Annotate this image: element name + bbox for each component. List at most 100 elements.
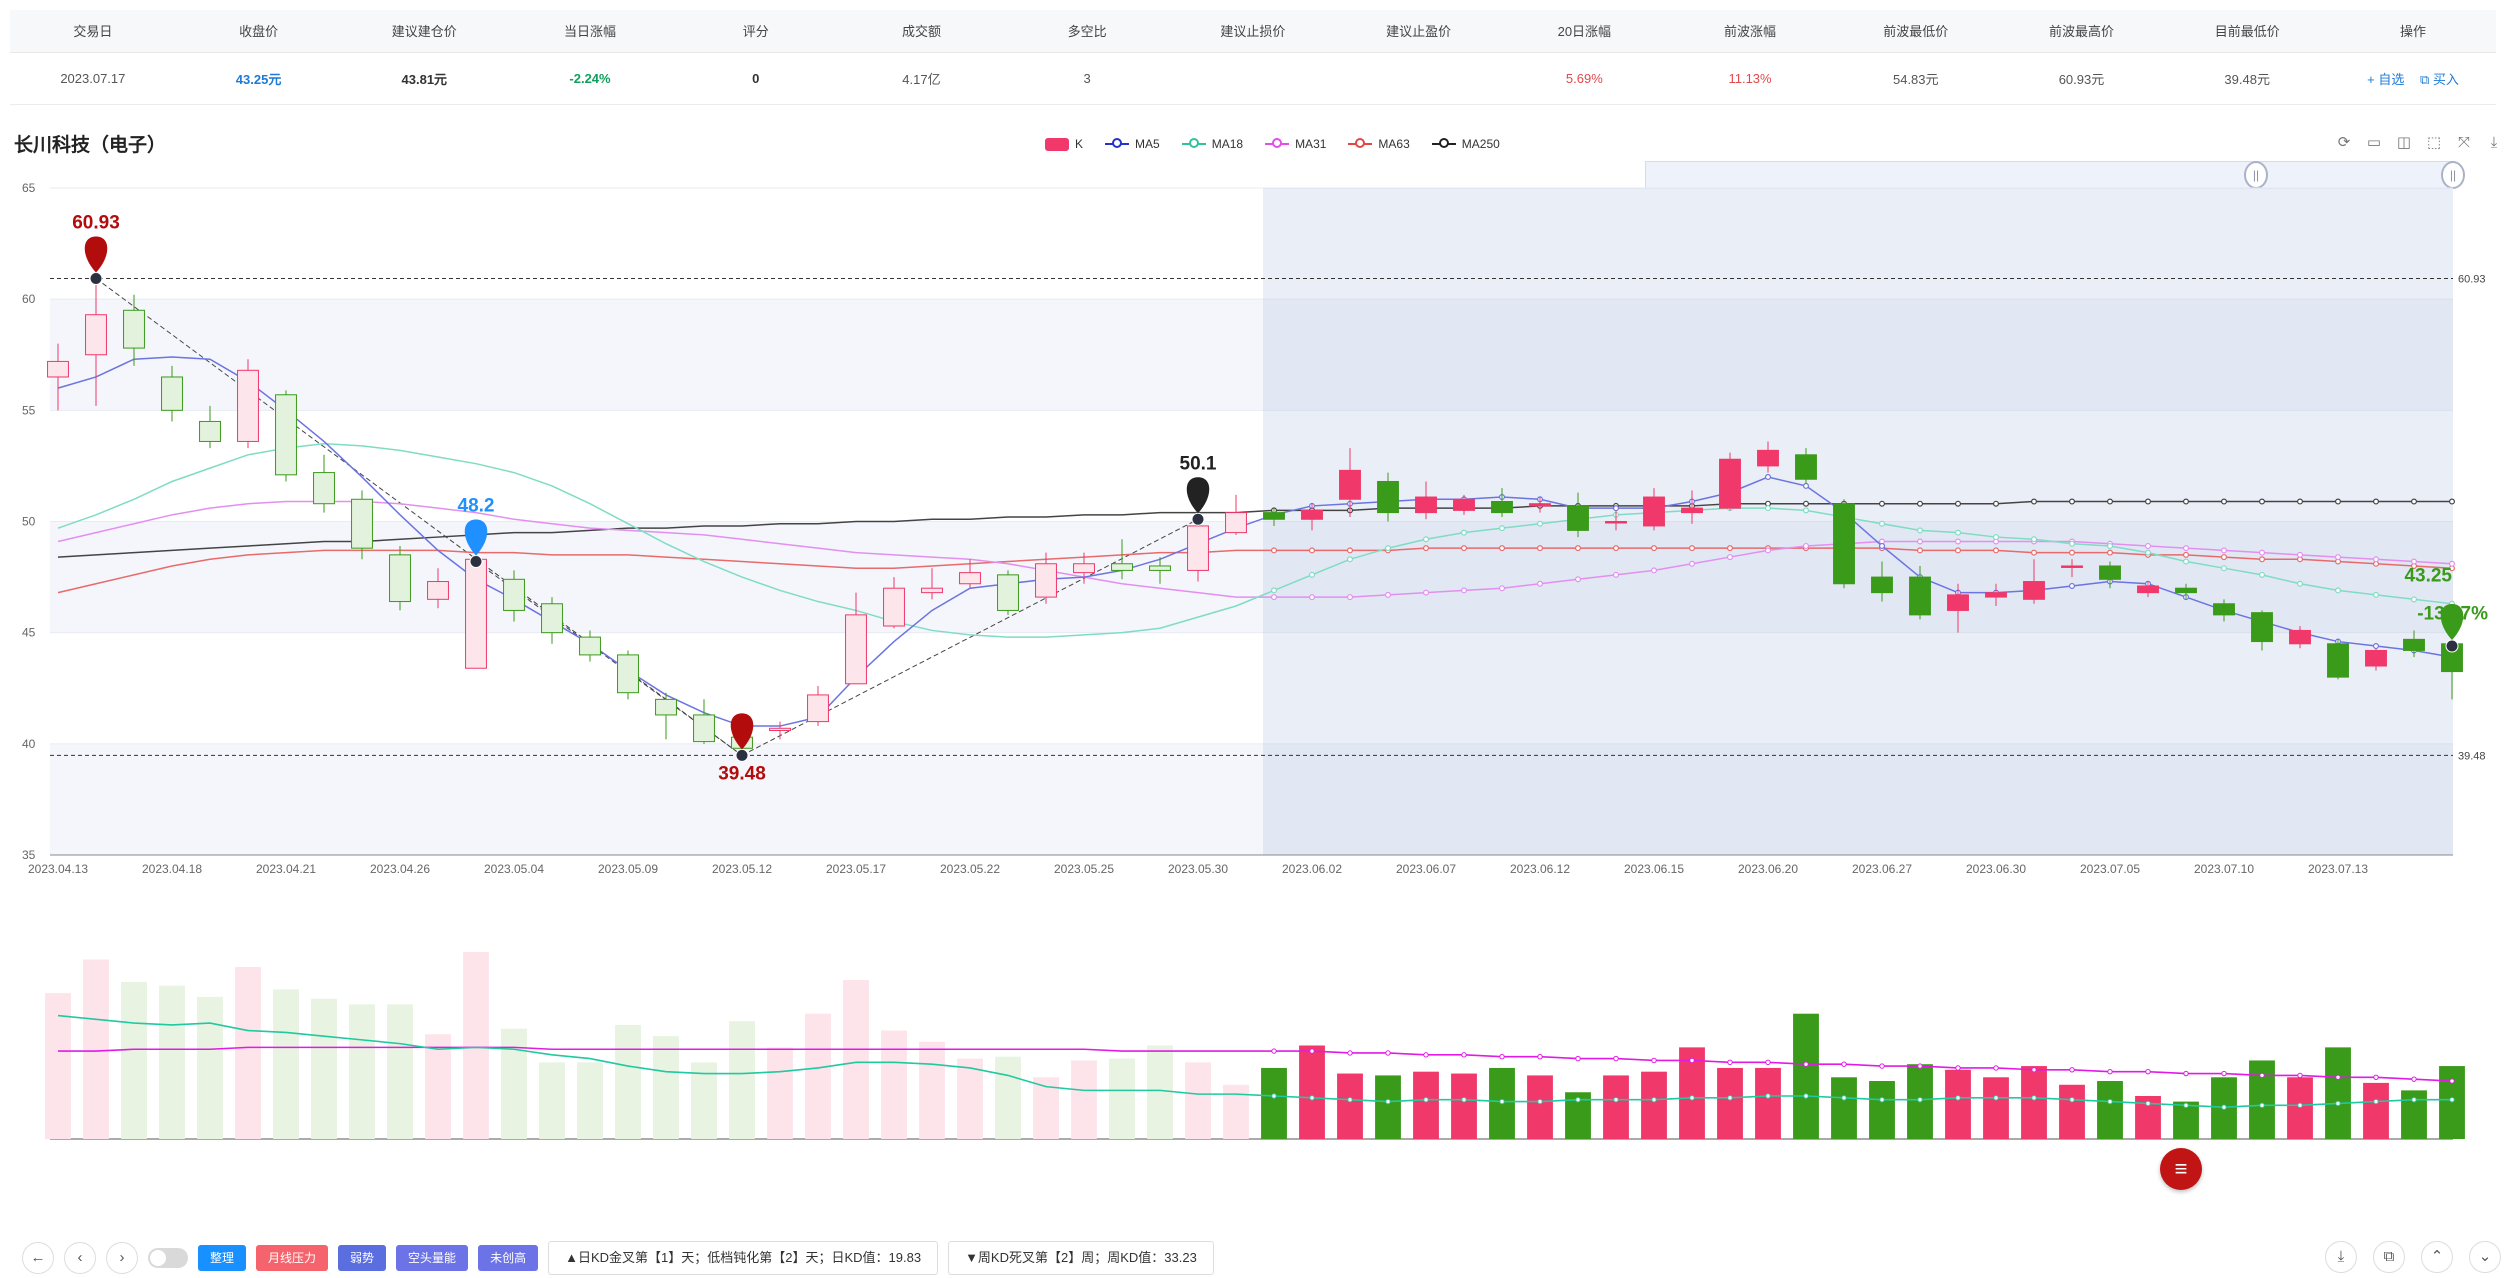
volume-bar xyxy=(2363,1082,2389,1139)
legend-swatch-ma63 xyxy=(1348,138,1373,148)
x-tick-label: 2023.07.10 xyxy=(2194,862,2254,876)
legend-item-ma250[interactable]: MA250 xyxy=(1431,137,1500,151)
volume-bar xyxy=(2439,1066,2465,1139)
volume-ma-long-point xyxy=(1917,1063,1923,1069)
candle-body xyxy=(1833,503,1855,585)
marker-label: 60.93 xyxy=(72,212,120,233)
volume-ma-short-point xyxy=(2221,1104,2227,1110)
daily-kd-info: ▲日KD金叉第【1】天；低档钝化第【2】天；日KD值：19.83 xyxy=(548,1241,939,1275)
column-header: 操作 xyxy=(2330,10,2496,53)
back-icon[interactable]: ← xyxy=(22,1242,54,1274)
fullscreen-icon[interactable]: ⤧ xyxy=(2455,134,2473,152)
candle-body xyxy=(883,587,905,627)
chevron-up-icon[interactable]: ⌃ xyxy=(2421,1241,2453,1273)
prev-icon[interactable]: ‹ xyxy=(64,1242,96,1274)
copy-icon[interactable]: ⧉ xyxy=(2373,1241,2405,1273)
volume-bar xyxy=(2325,1047,2351,1139)
refresh-icon[interactable]: ⟳ xyxy=(2335,134,2353,152)
volume-bar xyxy=(2249,1060,2275,1139)
volume-ma-long-point xyxy=(1727,1059,1733,1066)
volume-ma-long-point xyxy=(2297,1072,2303,1079)
ma31-line-point xyxy=(2221,547,2228,554)
volume-ma-long-point xyxy=(1461,1052,1467,1058)
ma31-line-point xyxy=(1764,547,1771,554)
candle-body xyxy=(2137,585,2159,594)
ma31-line-point xyxy=(1612,571,1619,578)
ma250-line-point xyxy=(1878,500,1885,507)
kline-chart[interactable]: 35 40 45 50 55 60 65 2023.04.13 2023.04.18 2023.0… xyxy=(0,170,2506,1228)
ma63-line-point xyxy=(1422,545,1429,552)
volume-bar xyxy=(387,1004,413,1139)
column-header: 建议建仓价 xyxy=(341,10,508,53)
candle-body xyxy=(1187,525,1209,571)
volume-bar xyxy=(1983,1077,2009,1139)
x-tick-label: 2023.04.26 xyxy=(370,862,430,876)
tag-no-new-high[interactable]: 未创高 xyxy=(478,1245,539,1271)
ma18-line-point xyxy=(1422,536,1429,543)
menu-icon[interactable]: ≡ xyxy=(2160,1148,2202,1190)
tag-consolidation[interactable]: 整理 xyxy=(198,1245,247,1271)
ma18-line-point xyxy=(2221,565,2228,572)
volume-bar xyxy=(349,1004,375,1139)
restore-icon[interactable]: ◫ xyxy=(2395,134,2413,152)
ma63-line-point xyxy=(1726,545,1733,552)
ma31-line-point xyxy=(1574,576,1581,583)
brush-icon[interactable]: ⬚ xyxy=(2425,134,2443,152)
candle-body xyxy=(2251,612,2273,643)
volume-bar xyxy=(121,981,147,1139)
candle-body xyxy=(2403,638,2425,651)
column-header: 当日涨幅 xyxy=(507,10,673,53)
ma250-line-point xyxy=(2107,498,2114,505)
volume-ma-short-point xyxy=(1613,1097,1619,1103)
volume-ma-long-point xyxy=(2411,1076,2417,1082)
chevron-down-icon[interactable]: ⌄ xyxy=(2469,1241,2501,1273)
add-watchlist-button[interactable]: + 自选 xyxy=(2367,72,2404,87)
volume-bar xyxy=(1641,1071,1667,1139)
next-icon[interactable]: › xyxy=(106,1242,138,1274)
volume-bar xyxy=(2021,1066,2047,1139)
legend-item-ma31[interactable]: MA31 xyxy=(1265,137,1326,151)
tag-bearish-volume[interactable]: 空头量能 xyxy=(396,1245,469,1271)
weekly-kd-info: ▼周KD死叉第【2】周；周KD值：33.23 xyxy=(948,1241,1214,1275)
reference-line-label: 39.48 xyxy=(2458,750,2486,762)
ma18-line-point xyxy=(1308,571,1315,578)
ma63-line-point xyxy=(2030,549,2037,556)
ma5-line-point xyxy=(1764,474,1771,481)
volume-bar xyxy=(1185,1062,1211,1139)
view-toggle[interactable] xyxy=(148,1248,188,1268)
ma63-line-point xyxy=(2069,549,2076,556)
data-view-icon[interactable]: ▭ xyxy=(2365,134,2383,152)
download-icon[interactable]: ⤓ xyxy=(2485,134,2503,152)
volume-bar xyxy=(235,966,261,1139)
x-tick-label: 2023.07.05 xyxy=(2080,862,2140,876)
volume-bar xyxy=(1375,1075,1401,1139)
ma250-line-point xyxy=(2221,498,2228,505)
buy-button[interactable]: ⧉ 买入 xyxy=(2420,72,2459,87)
legend-item-ma5[interactable]: MA5 xyxy=(1105,137,1160,151)
column-header: 交易日 xyxy=(10,10,176,53)
ma250-line-point xyxy=(2145,498,2152,505)
tag-monthly-pressure[interactable]: 月线压力 xyxy=(256,1245,329,1271)
ma250-line-point xyxy=(2030,498,2037,505)
ma63-line-point xyxy=(1574,545,1581,552)
marker-label: 50.1 xyxy=(1180,453,1217,474)
ma18-line-point xyxy=(1536,520,1543,527)
legend-item-ma18[interactable]: MA18 xyxy=(1181,137,1243,151)
ma250-line-point xyxy=(2335,498,2342,505)
prev-wave-high: 60.93元 xyxy=(1998,52,2165,105)
ma63-line-point xyxy=(2183,551,2190,558)
candle-body xyxy=(1719,458,1741,509)
candle-body xyxy=(47,360,69,378)
x-tick-label: 2023.04.21 xyxy=(256,862,316,876)
chart-toolbox: ⟳ ▭ ◫ ⬚ ⤧ ⤓ xyxy=(2335,134,2503,152)
ma63-line-point xyxy=(2259,556,2266,563)
tag-weak[interactable]: 弱势 xyxy=(338,1245,387,1271)
marker-anchor xyxy=(469,555,483,569)
volume-bar xyxy=(1451,1073,1477,1139)
volume-bar xyxy=(1755,1067,1781,1139)
ma250-line-point xyxy=(1802,500,1809,507)
legend-item-k[interactable]: K xyxy=(1045,137,1083,151)
candle-body xyxy=(1871,576,1893,594)
legend-item-ma63[interactable]: MA63 xyxy=(1348,137,1410,151)
download-icon[interactable]: ⤓ xyxy=(2325,1241,2357,1273)
